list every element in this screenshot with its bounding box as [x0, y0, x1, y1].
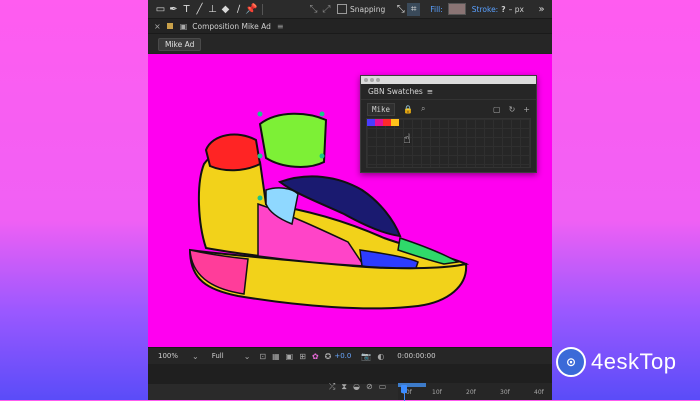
channel-icon[interactable]: ✿	[312, 352, 319, 361]
tick-label: 30f	[500, 389, 510, 396]
color-swatch[interactable]	[391, 119, 399, 126]
color-swatch[interactable]	[383, 119, 391, 126]
stroke-label: Stroke:	[471, 4, 499, 14]
clone-stamp-icon[interactable]: ⊥	[206, 3, 219, 16]
swatch-set-selector[interactable]: Mike	[367, 102, 396, 116]
roto-brush-icon[interactable]: ∕	[232, 3, 245, 16]
panel-header: GBN Swatches ≡	[361, 84, 536, 100]
add-icon[interactable]: +	[523, 105, 530, 114]
window-dot[interactable]	[370, 78, 374, 82]
fill-color-swatch[interactable]	[447, 3, 466, 15]
anchor-point[interactable]	[257, 153, 263, 159]
anchor-point[interactable]	[257, 111, 263, 117]
composition-subtabs: Mike Ad	[148, 34, 552, 53]
refresh-icon[interactable]: ↻	[509, 105, 516, 114]
graph-editor-icon[interactable]: ⊘	[366, 382, 373, 392]
composition-icon: ▣	[179, 21, 188, 31]
puppet-pin-icon[interactable]: 📌	[245, 3, 258, 16]
region-of-interest-icon[interactable]: ⊡	[259, 352, 266, 361]
composition-panel-tabs: × ▣ Composition Mike Ad ≡	[148, 19, 552, 34]
color-swatch[interactable]	[375, 119, 383, 126]
heel-red-patch	[204, 133, 262, 172]
zoom-dropdown[interactable]: 100% ⌄	[158, 352, 202, 361]
panel-title: GBN Swatches	[368, 87, 423, 96]
frame-blend-icon[interactable]: ⧗	[341, 382, 347, 392]
time-ruler[interactable]: 00f 10f 20f 30f 40f	[398, 383, 552, 401]
divider	[262, 3, 263, 15]
lock-icon[interactable]	[166, 23, 173, 29]
logo-icon: ⊙	[556, 347, 586, 377]
color-swatch[interactable]	[367, 119, 375, 126]
after-effects-window: ▭ ✒ T ╱ ⊥ ◆ ∕ 📌 ⤡ ⤢ Snapping ⤡ ⌗ Fill: S…	[148, 0, 552, 401]
swatch-grid[interactable]	[366, 118, 531, 168]
resolution-value: Full	[211, 352, 224, 360]
transparency-grid-icon[interactable]: ▦	[272, 352, 280, 361]
close-icon[interactable]: ×	[154, 22, 161, 31]
panel-menu-icon[interactable]: ≡	[427, 87, 433, 96]
guides-icon[interactable]: ⊞	[299, 352, 306, 361]
chevron-down-icon: ⌄	[243, 351, 251, 361]
tab-mike-ad[interactable]: Mike Ad	[158, 38, 202, 51]
timeline-switches: ⤮ ⧗ ◒ ⊘ ▭	[326, 382, 389, 392]
zoom-value: 100%	[158, 352, 179, 360]
chevron-down-icon: ⌄	[192, 351, 199, 361]
watermark-text: 4eskTop	[591, 349, 677, 374]
collar-tongue-green	[258, 112, 328, 168]
align-icon[interactable]: ⤡	[307, 3, 320, 16]
tick-label: 10f	[432, 389, 442, 396]
motion-blur-icon[interactable]: ◒	[353, 382, 360, 392]
timeline-panel: ⤮ ⧗ ◒ ⊘ ▭ 00f 10f 20f 30f 40f	[148, 364, 552, 401]
show-snapshot-icon[interactable]: ◐	[377, 352, 384, 361]
brush-icon[interactable]: ╱	[193, 3, 206, 16]
anchor-point[interactable]	[319, 153, 325, 159]
snap-edge-icon[interactable]: ⤡	[394, 3, 407, 16]
stroke-value[interactable]: ?	[501, 5, 505, 14]
shy-icon[interactable]: ⤮	[329, 382, 335, 392]
fill-label: Fill:	[430, 4, 443, 14]
window-dot[interactable]	[376, 78, 380, 82]
mask-visibility-icon[interactable]: ▣	[286, 352, 294, 361]
view-toggle-icon[interactable]: ▢	[493, 105, 501, 114]
pen-icon[interactable]: ✒	[167, 3, 180, 16]
timecode[interactable]: 0:00:00:00	[397, 352, 435, 360]
tools-panel: ▭ ✒ T ╱ ⊥ ◆ ∕ 📌 ⤡ ⤢ Snapping ⤡ ⌗ Fill: S…	[148, 0, 552, 19]
composition-viewer[interactable]: GBN Swatches ≡ Mike 🔒 ⌕ ▢ ↻ + ☝	[148, 54, 552, 347]
swatch-row	[367, 119, 399, 126]
snapshot-icon[interactable]: 📷	[361, 352, 371, 361]
more-icon[interactable]: »	[535, 3, 548, 16]
select-icon[interactable]: ▭	[154, 3, 167, 16]
panel-menu-icon[interactable]: ≡	[277, 22, 284, 31]
hand-cursor-icon: ☝	[403, 132, 411, 147]
anchor-point[interactable]	[257, 195, 263, 201]
watermark-logo: ⊙ 4eskTop	[556, 347, 676, 377]
exposure-value[interactable]: +0.0	[334, 352, 351, 360]
lock-icon[interactable]: 🔒	[403, 105, 413, 114]
resolution-dropdown[interactable]: Full ⌄	[212, 352, 254, 361]
panel-titlebar[interactable]	[361, 76, 536, 84]
snapping-checkbox[interactable]	[337, 4, 347, 14]
composition-tab-title[interactable]: Composition Mike Ad	[192, 22, 271, 31]
eraser-icon[interactable]: ◆	[219, 3, 232, 16]
stroke-width[interactable]: – px	[509, 5, 524, 14]
snap-grid-icon[interactable]: ⌗	[407, 2, 421, 16]
anchor-point[interactable]	[319, 111, 325, 117]
playhead[interactable]	[401, 385, 407, 393]
panel-controls: Mike 🔒 ⌕ ▢ ↻ +	[361, 100, 536, 118]
tick-label: 20f	[466, 389, 476, 396]
exposure-icon[interactable]: ✪	[325, 352, 332, 361]
gbn-swatches-panel: GBN Swatches ≡ Mike 🔒 ⌕ ▢ ↻ +	[360, 75, 537, 173]
type-icon[interactable]: T	[180, 3, 193, 16]
tick-label: 40f	[534, 389, 544, 396]
distribute-icon[interactable]: ⤢	[320, 3, 333, 16]
snapping-label: Snapping	[350, 4, 386, 14]
window-dot[interactable]	[364, 78, 368, 82]
viewer-controls: 100% ⌄ Full ⌄ ⊡ ▦ ▣ ⊞ ✿ ✪ +0.0 📷 ◐ 0:00:…	[148, 347, 552, 364]
chart-icon[interactable]: ▭	[379, 382, 387, 392]
search-icon[interactable]: ⌕	[421, 104, 425, 114]
